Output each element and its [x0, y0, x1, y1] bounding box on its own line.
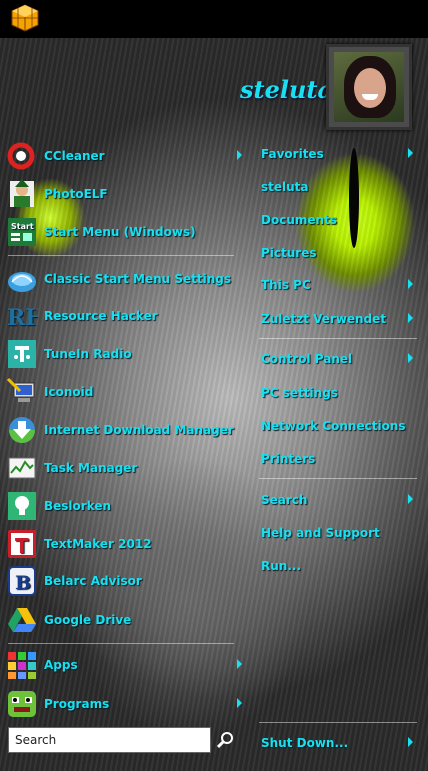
- svg-text:Start: Start: [11, 222, 34, 231]
- link-label: Favorites: [261, 147, 324, 161]
- svg-text:T: T: [15, 534, 29, 558]
- tunein-icon: [6, 339, 38, 369]
- menu-apps[interactable]: Apps: [6, 650, 246, 680]
- iconoid-icon: [6, 377, 38, 407]
- task-manager-icon: [6, 453, 38, 483]
- link-this-pc[interactable]: This PC: [261, 270, 417, 300]
- apps-icon: [6, 650, 38, 680]
- program-label: Start Menu (Windows): [44, 225, 196, 239]
- start-menu-icon: Start: [6, 217, 38, 247]
- link-label: This PC: [261, 278, 311, 292]
- submenu-arrow-icon: [237, 659, 242, 669]
- link-user-folder[interactable]: steluta: [261, 172, 417, 202]
- program-resource-hacker[interactable]: RH Resource Hacker: [6, 301, 246, 331]
- search-box: [8, 727, 211, 753]
- link-recent[interactable]: Zuletzt Verwendet: [261, 304, 417, 334]
- start-orb-icon[interactable]: [10, 4, 40, 32]
- link-control-panel[interactable]: Control Panel: [261, 344, 417, 374]
- link-label: Pictures: [261, 246, 317, 260]
- submenu-arrow-icon: [237, 698, 242, 708]
- menu-label: Programs: [44, 697, 110, 711]
- left-separator: [8, 255, 234, 256]
- program-beslorken[interactable]: Beslorken: [6, 491, 246, 521]
- program-label: Resource Hacker: [44, 309, 158, 323]
- program-label: Internet Download Manager: [44, 423, 234, 437]
- program-label: Iconoid: [44, 385, 94, 399]
- program-textmaker[interactable]: T TextMaker 2012: [6, 529, 246, 559]
- rh-icon: RH: [6, 301, 46, 331]
- photoelf-icon: [6, 179, 38, 209]
- right-separator: [259, 478, 417, 479]
- program-label: PhotoELF: [44, 187, 108, 201]
- programs-icon: [6, 689, 38, 719]
- program-task-manager[interactable]: Task Manager: [6, 453, 246, 483]
- program-belarc-advisor[interactable]: B Belarc Advisor: [6, 566, 246, 596]
- program-tunein-radio[interactable]: TuneIn Radio: [6, 339, 246, 369]
- program-label: TextMaker 2012: [44, 537, 152, 551]
- link-help-and-support[interactable]: Help and Support: [261, 518, 417, 548]
- link-network-connections[interactable]: Network Connections: [261, 411, 417, 441]
- right-separator: [259, 338, 417, 339]
- link-label: Search: [261, 493, 308, 507]
- ccleaner-icon: [6, 141, 38, 171]
- link-favorites[interactable]: Favorites: [261, 139, 417, 169]
- link-label: Help and Support: [261, 526, 380, 540]
- program-classic-start-menu-settings[interactable]: Classic Start Menu Settings: [6, 264, 246, 294]
- link-label: Network Connections: [261, 419, 406, 433]
- link-search[interactable]: Search: [261, 485, 417, 515]
- program-start-menu[interactable]: Start Start Menu (Windows): [6, 217, 246, 247]
- link-printers[interactable]: Printers: [261, 444, 417, 474]
- menu-programs[interactable]: Programs: [6, 689, 246, 719]
- program-label: Belarc Advisor: [44, 574, 142, 588]
- textmaker-icon: T: [6, 529, 38, 559]
- submenu-arrow-icon: [408, 279, 413, 289]
- program-label: Beslorken: [44, 499, 112, 513]
- submenu-arrow-icon: [408, 353, 413, 363]
- program-iconoid[interactable]: Iconoid: [6, 377, 246, 407]
- link-label: Documents: [261, 213, 337, 227]
- link-label: Run...: [261, 559, 302, 573]
- left-separator: [8, 643, 234, 644]
- submenu-arrow-icon: [237, 150, 242, 160]
- google-drive-icon: [6, 605, 38, 635]
- link-label: steluta: [261, 180, 309, 194]
- top-bar: [0, 0, 428, 39]
- submenu-arrow-icon: [408, 148, 413, 158]
- svg-text:RH: RH: [7, 305, 38, 331]
- link-pc-settings[interactable]: PC settings: [261, 378, 417, 408]
- right-separator: [259, 722, 417, 723]
- shutdown-label: Shut Down...: [261, 736, 349, 750]
- link-label: PC settings: [261, 386, 338, 400]
- link-pictures[interactable]: Pictures: [261, 238, 417, 268]
- program-label: TuneIn Radio: [44, 347, 132, 361]
- link-run[interactable]: Run...: [261, 551, 417, 581]
- program-label: CCleaner: [44, 149, 105, 163]
- link-label: Printers: [261, 452, 316, 466]
- submenu-arrow-icon: [408, 313, 413, 323]
- idm-icon: [6, 415, 38, 445]
- submenu-arrow-icon: [408, 494, 413, 504]
- program-ccleaner[interactable]: CCleaner: [6, 141, 246, 171]
- shutdown-button[interactable]: Shut Down...: [261, 728, 417, 758]
- lightbulb-icon: [6, 491, 38, 521]
- menu-label: Apps: [44, 658, 78, 672]
- link-documents[interactable]: Documents: [261, 205, 417, 235]
- submenu-arrow-icon: [408, 737, 413, 747]
- program-photoelf[interactable]: PhotoELF: [6, 179, 246, 209]
- belarc-icon: B: [6, 566, 38, 596]
- program-label: Classic Start Menu Settings: [44, 272, 232, 286]
- program-google-drive[interactable]: Google Drive: [6, 605, 246, 635]
- user-name: steluta: [240, 75, 334, 104]
- link-label: Zuletzt Verwendet: [261, 312, 387, 326]
- program-label: Google Drive: [44, 613, 132, 627]
- shell-icon: [6, 264, 38, 294]
- svg-text:B: B: [15, 572, 31, 594]
- program-label: Task Manager: [44, 461, 138, 475]
- user-avatar[interactable]: [326, 44, 412, 130]
- link-label: Control Panel: [261, 352, 353, 366]
- program-internet-download-manager[interactable]: Internet Download Manager: [6, 415, 246, 445]
- search-input[interactable]: [9, 728, 211, 752]
- search-icon[interactable]: [217, 731, 235, 749]
